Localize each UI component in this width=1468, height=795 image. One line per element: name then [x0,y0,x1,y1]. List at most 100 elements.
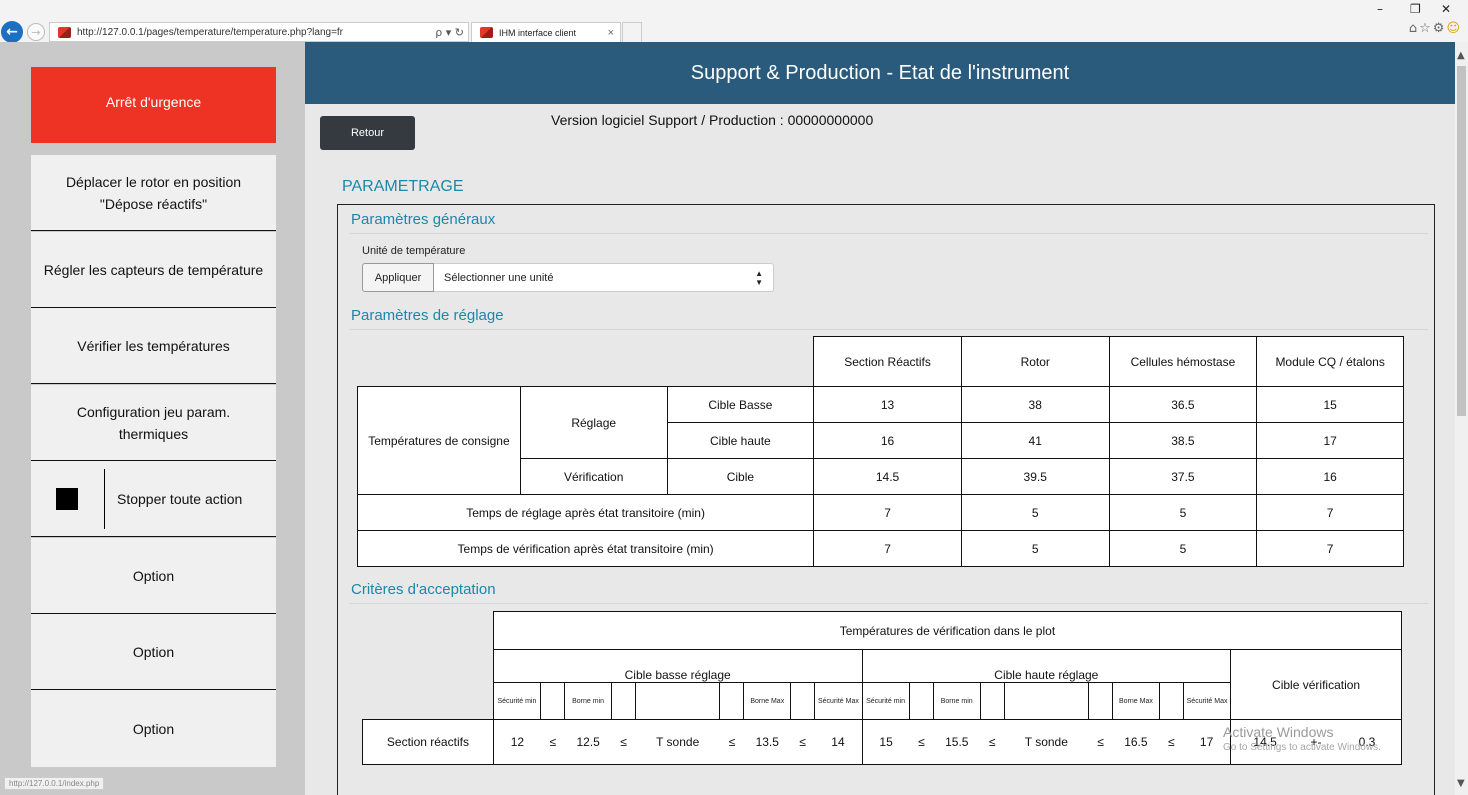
unit-select[interactable]: Sélectionner une unité ▲ ▼ [434,263,774,292]
status-bar-url: http://127.0.0.1/index.php [4,777,105,790]
sub-gap [908,683,933,719]
col-header: Section Réactifs [813,336,962,387]
le-symbol: ≤ [988,735,996,749]
sub-label: Borne min [932,683,980,719]
minimize-icon[interactable]: – [1377,2,1383,16]
table-cell: 41 [960,422,1110,459]
smiley-icon[interactable]: ☺ [1446,21,1462,36]
divider [104,468,105,529]
value: 12 [510,735,525,749]
sub-label: Sécurité Max [814,683,861,719]
select-caret-icon: ▲ ▼ [755,268,763,287]
sub-gap [635,683,719,719]
le-symbol: ≤ [918,735,925,749]
home-star-gear-icon[interactable]: ⌂☆⚙ [1409,21,1447,36]
thermal-config-button[interactable]: Configuration jeu param. thermiques [31,385,276,461]
page-title: Support & Production - Etat de l'instrum… [690,61,1070,84]
sub-gap [611,683,635,719]
activate-windows-watermark: Activate Windows [1223,724,1334,740]
table-cell: 39.5 [960,458,1110,495]
row-header: Réglage [519,386,668,459]
site-favicon-icon [58,26,71,38]
search-refresh-icon[interactable]: ρ ▾ ↻ [435,26,464,39]
parametrage-panel: Paramètres généraux Unité de température… [337,204,1435,795]
row-header: Températures de consigne [357,386,521,495]
browser-tab[interactable]: IHM interface client × [471,22,621,42]
address-bar[interactable]: http://127.0.0.1/pages/temperature/tempe… [49,22,469,42]
scroll-thumb[interactable] [1457,66,1466,416]
stop-all-button[interactable]: Stopper toute action [31,461,276,537]
option-button-1[interactable]: Option [31,538,276,614]
restore-icon[interactable]: ❐ [1410,2,1421,16]
table-cell: 16 [1256,458,1404,495]
url-text[interactable]: http://127.0.0.1/pages/temperature/tempe… [77,27,417,38]
tab-title: IHM interface client [499,27,577,38]
software-version: Version logiciel Support / Production : … [551,112,874,128]
move-rotor-button[interactable]: Déplacer le rotor en position "Dépose ré… [31,155,276,231]
row-header: Cible [666,458,815,495]
le-symbol: ≤ [549,735,557,749]
sub-label: Borne min [564,683,611,719]
option-button-2[interactable]: Option [31,614,276,690]
col-header: Rotor [960,336,1110,387]
haute-reglage-header: Cible haute réglage [861,649,1232,683]
table-cell: 7 [1256,530,1404,567]
sub-gap [1087,683,1112,719]
new-tab-button[interactable] [622,22,642,42]
col-header: Cellules hémostase [1108,336,1258,387]
verif-header: Cible vérification [1230,649,1402,720]
sidebar: Arrêt d'urgence Déplacer le rotor en pos… [0,42,305,795]
tab-favicon-icon [480,27,493,38]
back-arrow-icon[interactable]: ← [1,21,23,43]
back-button[interactable]: Retour [320,116,415,150]
table-cell: 17 [1256,422,1404,459]
value: 15.5 [945,735,969,749]
value: 14 [831,735,845,749]
basse-reglage-header: Cible basse réglage [492,649,863,683]
table-cell: 5 [960,494,1110,531]
stop-icon [56,487,78,510]
haute-values-cell: 15 ≤ 15.5 ≤ T sonde ≤ 16.5 ≤ 17 [861,719,1232,765]
activate-windows-subtitle: Go to Settings to activate Windows. [1223,742,1381,753]
adjust-sensors-button[interactable]: Régler les capteurs de température [31,232,276,308]
basse-values-cell: 12 ≤ 12.5 ≤ T sonde ≤ 13.5 ≤ 14 [492,719,863,765]
table-cell: 5 [960,530,1110,567]
row-header: Cible Basse [666,386,815,423]
table-cell: 5 [1108,530,1258,567]
browser-toolbar-icons[interactable]: ⌂☆⚙☺ [1409,21,1462,36]
sub-gap [539,683,564,719]
unit-input-group: Appliquer Sélectionner une unité ▲ ▼ [362,263,774,292]
check-temperatures-button[interactable]: Vérifier les températures [31,308,276,384]
stop-all-label: Stopper toute action [117,490,243,507]
apply-unit-button[interactable]: Appliquer [362,263,434,292]
vertical-scrollbar[interactable]: ▲ ▼ [1455,42,1468,795]
t-sonde-label: T sonde [656,735,700,749]
criteria-row-label: Section réactifs [362,719,494,765]
sub-label: Sécurité Max [1183,683,1230,719]
sub-gap [719,683,743,719]
scroll-down-icon[interactable]: ▼ [1457,778,1465,789]
parametrage-title: PARAMETRAGE [342,178,464,195]
le-symbol: ≤ [1097,735,1104,749]
option-button-3[interactable]: Option [31,690,276,767]
value: 15 [879,735,893,749]
unit-select-value: Sélectionner une unité [444,271,554,284]
scroll-up-icon[interactable]: ▲ [1457,50,1465,61]
criteria-main-header: Températures de vérification dans le plo… [492,611,1403,650]
close-window-icon[interactable]: ✕ [1441,2,1451,16]
emergency-stop-button[interactable]: Arrêt d'urgence [31,67,276,143]
row-header: Temps de réglage après état transitoire … [356,494,815,531]
sub-gap [979,683,1004,719]
table-cell: 7 [813,530,962,567]
sub-label: Sécurité min [497,697,537,705]
le-symbol: ≤ [728,735,736,749]
table-cell: 7 [1256,494,1404,531]
table-cell: 38 [960,386,1110,423]
table-cell: 36.5 [1108,386,1258,423]
divider [350,233,1428,234]
value: 13.5 [755,735,779,749]
table-cell: 15 [1256,386,1404,423]
tab-close-icon[interactable]: × [608,27,614,39]
forward-arrow-icon[interactable]: → [27,23,45,41]
sub-gap [1158,683,1183,719]
